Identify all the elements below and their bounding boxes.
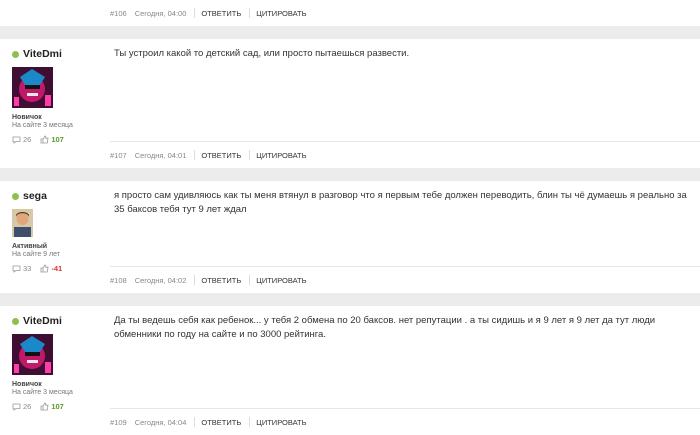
thumbs-up-icon (40, 264, 49, 273)
message-count: 26 (23, 402, 32, 411)
online-status-icon (12, 192, 19, 200)
avatar[interactable] (12, 334, 53, 375)
quote-button[interactable]: ЦИТИРОВАТЬ (256, 276, 306, 285)
post-body: Да ты ведешь себя как ребенок... у тебя … (114, 315, 656, 340)
online-status-icon (12, 50, 19, 58)
reputation-value: 107 (51, 135, 64, 144)
post-body: Ты устроил какой то детский сад, или про… (114, 48, 410, 59)
user-rank: Активный (12, 243, 48, 250)
post-number[interactable]: #109 (110, 418, 127, 427)
online-status-icon (12, 317, 19, 325)
message-count: 26 (23, 135, 32, 144)
reply-button[interactable]: ОТВЕТИТЬ (201, 151, 241, 160)
avatar[interactable] (12, 67, 53, 108)
member-since: На сайте 9 лет (12, 251, 60, 258)
thumbs-up-icon (40, 402, 49, 411)
post-number[interactable]: #107 (110, 151, 127, 160)
avatar[interactable] (12, 209, 33, 237)
user-stats: 26 107 (12, 135, 102, 144)
speech-bubble-icon (12, 403, 21, 411)
post-time: Сегодня, 04:04 (134, 417, 187, 427)
forum-thread: #106 Сегодня, 04:00 ОТВЕТИТЬ ЦИТИРОВАТЬ … (0, 0, 700, 435)
post-time: Сегодня, 04:02 (134, 275, 187, 285)
post-number[interactable]: #108 (110, 276, 127, 285)
message-count: 33 (23, 264, 32, 273)
post-109: ViteDmi Новичок На сайте 3 месяца 26 107 (0, 306, 700, 435)
member-since: На сайте 3 месяца (12, 122, 73, 129)
speech-bubble-icon (12, 136, 21, 144)
quote-button[interactable]: ЦИТИРОВАТЬ (256, 9, 306, 18)
reply-button[interactable]: ОТВЕТИТЬ (201, 276, 241, 285)
reputation-value: 107 (51, 402, 64, 411)
user-rank: Новичок (12, 381, 42, 388)
post-time: Сегодня, 04:01 (134, 150, 187, 160)
username-link[interactable]: ViteDmi (23, 48, 62, 60)
member-since: На сайте 3 месяца (12, 389, 73, 396)
post-number[interactable]: #106 (110, 9, 127, 18)
speech-bubble-icon (12, 265, 21, 273)
post-body: я просто сам удивляюсь как ты меня втяну… (114, 190, 687, 215)
username-link[interactable]: ViteDmi (23, 315, 62, 327)
thumbs-up-icon (40, 135, 49, 144)
post-time: Сегодня, 04:00 (134, 8, 187, 18)
post-106: #106 Сегодня, 04:00 ОТВЕТИТЬ ЦИТИРОВАТЬ (0, 0, 700, 26)
post-107: ViteDmi Новичок На сайте 3 месяца 26 107 (0, 39, 700, 168)
user-stats: 26 107 (12, 402, 102, 411)
post-footer: #106 Сегодня, 04:00 ОТВЕТИТЬ ЦИТИРОВАТЬ (110, 0, 700, 26)
reply-button[interactable]: ОТВЕТИТЬ (201, 418, 241, 427)
post-author: ViteDmi Новичок На сайте 3 месяца 26 107 (12, 306, 102, 411)
reputation-value: -41 (51, 264, 63, 273)
post-108: sega Активный На сайте 9 лет 33 -41 я пр… (0, 181, 700, 293)
user-rank: Новичок (12, 114, 42, 121)
post-author: ViteDmi Новичок На сайте 3 месяца 26 107 (12, 39, 102, 144)
user-stats: 33 -41 (12, 264, 102, 273)
post-author: sega Активный На сайте 9 лет 33 -41 (12, 181, 102, 273)
username-link[interactable]: sega (23, 190, 47, 202)
post-footer: #108 Сегодня, 04:02 ОТВЕТИТЬ ЦИТИРОВАТЬ (110, 266, 700, 293)
reply-button[interactable]: ОТВЕТИТЬ (201, 9, 241, 18)
quote-button[interactable]: ЦИТИРОВАТЬ (256, 418, 306, 427)
post-footer: #107 Сегодня, 04:01 ОТВЕТИТЬ ЦИТИРОВАТЬ (110, 141, 700, 168)
quote-button[interactable]: ЦИТИРОВАТЬ (256, 151, 306, 160)
